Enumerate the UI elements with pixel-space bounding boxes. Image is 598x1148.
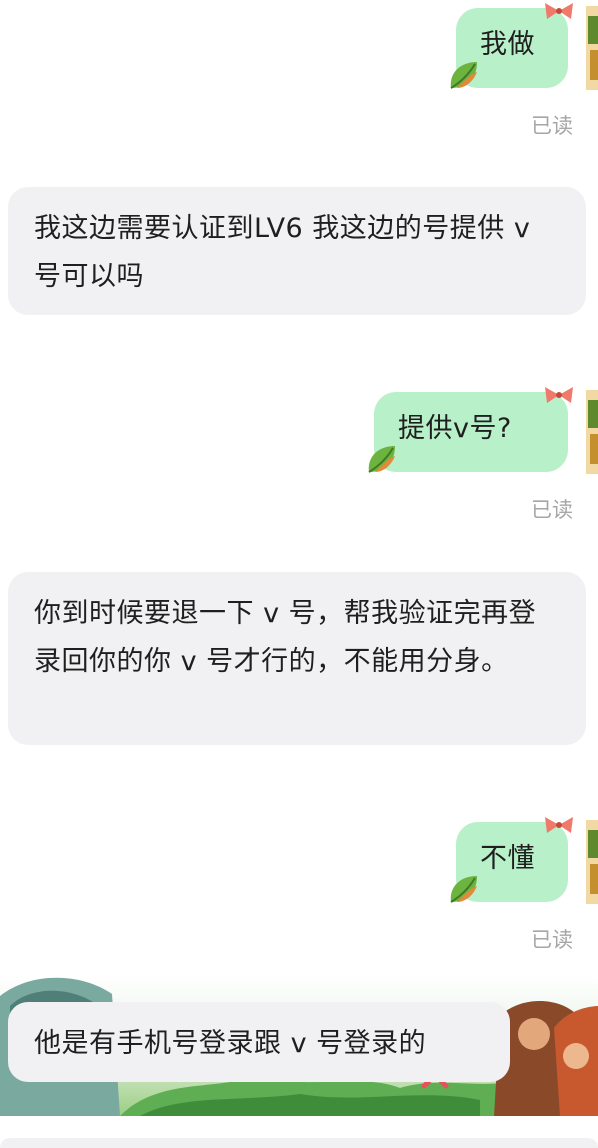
read-status: 已读: [531, 498, 573, 522]
message-text: 他是有手机号登录跟 v 号登录的: [34, 1028, 427, 1059]
read-status: 已读: [531, 928, 573, 952]
message-text: 你到时候要退一下 v 号，帮我验证完再登录回你的你 v 号才行的，不能用分身。: [34, 598, 537, 677]
bow-icon: [545, 3, 573, 19]
message-text: 提供v号?: [398, 413, 512, 444]
their-message-bubble[interactable]: [0, 1138, 598, 1148]
bow-icon: [545, 387, 573, 403]
read-status: 已读: [531, 114, 573, 138]
my-message-bubble[interactable]: 提供v号?: [374, 392, 568, 472]
message-text: 我这边需要认证到LV6 我这边的号提供 v 号可以吗: [34, 213, 531, 292]
their-message-bubble[interactable]: 你到时候要退一下 v 号，帮我验证完再登录回你的你 v 号才行的，不能用分身。: [8, 572, 586, 745]
leaf-icon: [368, 446, 395, 473]
bow-icon: [545, 817, 573, 833]
their-message-bubble[interactable]: 他是有手机号登录跟 v 号登录的: [8, 1002, 510, 1082]
leaf-icon: [450, 876, 477, 903]
leaf-icon: [450, 62, 477, 89]
message-text: 不懂: [480, 843, 535, 874]
avatar[interactable]: [582, 390, 598, 474]
message-text: 我做: [480, 29, 535, 60]
their-message-bubble[interactable]: 我这边需要认证到LV6 我这边的号提供 v 号可以吗: [8, 187, 586, 315]
avatar[interactable]: [582, 820, 598, 904]
avatar[interactable]: [582, 6, 598, 90]
